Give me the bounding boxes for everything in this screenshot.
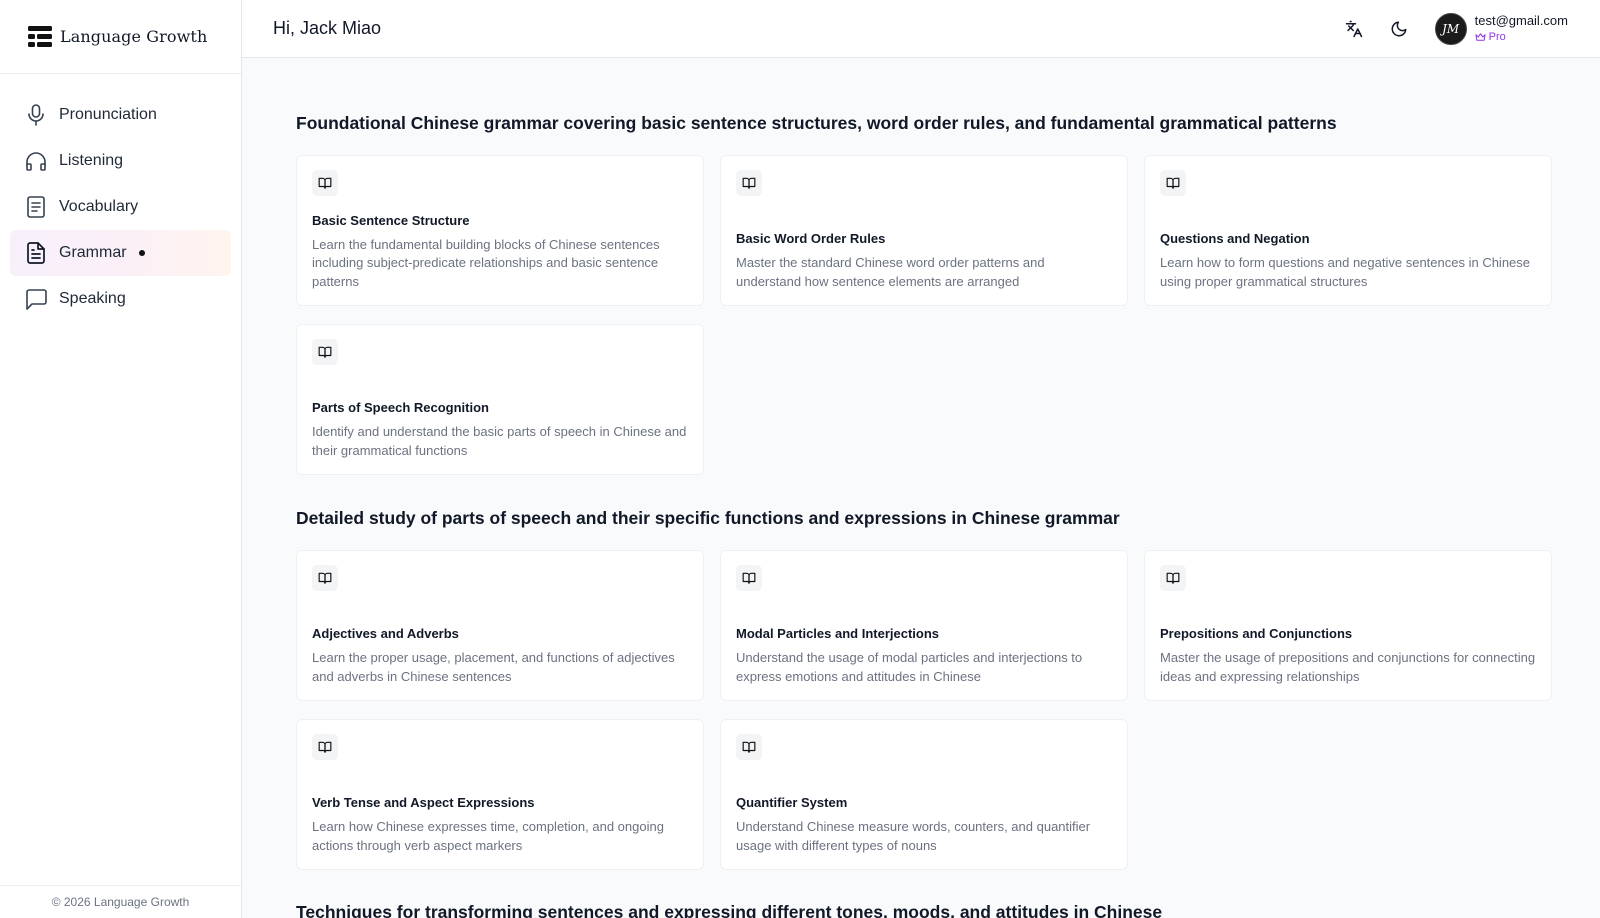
card-description: Learn the proper usage, placement, and f…	[312, 650, 675, 684]
card-description: Learn how to form questions and negative…	[1160, 255, 1531, 289]
avatar[interactable]: JM	[1434, 13, 1467, 45]
brand[interactable]: Language Growth	[0, 0, 241, 74]
book-icon	[312, 170, 338, 196]
card-title: Basic Sentence Structure	[312, 212, 470, 228]
plan-label: Pro	[1488, 31, 1506, 43]
card-description: Identify and understand the basic parts …	[312, 424, 687, 458]
section-title: Techniques for transforming sentences an…	[296, 902, 1163, 918]
lesson-card[interactable]: Questions and Negation Learn how to form…	[1144, 155, 1552, 306]
card-title: Prepositions and Conjunctions	[1160, 626, 1353, 641]
book-icon	[312, 339, 338, 365]
lesson-card[interactable]: Basic Word Order Rules Master the standa…	[720, 155, 1128, 306]
greeting: Hi, Jack Miao	[273, 18, 382, 38]
active-indicator	[138, 250, 145, 256]
sidebar-item-label: Vocabulary	[59, 198, 139, 215]
microphone-icon	[25, 104, 47, 126]
sidebar-item-speaking[interactable]: Speaking	[10, 276, 231, 322]
card-title: Verb Tense and Aspect Expressions	[312, 795, 535, 810]
card-description: Understand Chinese measure words, counte…	[736, 819, 1091, 853]
lesson-card[interactable]: Basic Sentence Structure Learn the funda…	[296, 155, 704, 306]
lesson-card[interactable]: Prepositions and Conjunctions Master the…	[1144, 550, 1552, 701]
book-icon	[312, 565, 338, 591]
crown-icon	[1475, 33, 1486, 41]
message-square-icon	[25, 288, 47, 310]
card-title: Modal Particles and Interjections	[736, 626, 939, 641]
sidebar-item-listening[interactable]: Listening	[10, 138, 231, 184]
headphones-icon	[25, 150, 47, 172]
book-icon	[736, 565, 762, 591]
card-title: Adjectives and Adverbs	[312, 626, 459, 641]
sidebar: Language Growth Pronunciation Listening …	[0, 0, 242, 918]
card-description: Master the standard Chinese word order p…	[736, 255, 1045, 289]
card-description: Understand the usage of modal particles …	[736, 650, 1083, 684]
card-title: Questions and Negation	[1160, 231, 1310, 246]
book-icon	[736, 170, 762, 196]
card-title: Parts of Speech Recognition	[312, 400, 489, 415]
lesson-card[interactable]: Quantifier System Understand Chinese mea…	[720, 719, 1128, 870]
file-text-icon	[25, 242, 47, 264]
avatar-initials: JM	[1442, 22, 1460, 36]
section-title: Foundational Chinese grammar covering ba…	[296, 113, 1337, 133]
book-icon	[736, 734, 762, 760]
user-email: test@gmail.com	[1474, 13, 1568, 28]
sidebar-item-pronunciation[interactable]: Pronunciation	[10, 92, 231, 138]
sidebar-nav: Pronunciation Listening Vocabulary Gramm…	[0, 74, 241, 322]
lesson-card[interactable]: Parts of Speech Recognition Identify and…	[296, 324, 704, 475]
sidebar-item-label: Grammar	[59, 244, 127, 261]
card-description: Master the usage of prepositions and con…	[1160, 650, 1536, 684]
user-menu[interactable]: test@gmail.com Pro	[1475, 13, 1568, 45]
plan-badge: Pro	[1475, 29, 1568, 45]
lesson-card[interactable]: Modal Particles and Interjections Unders…	[720, 550, 1128, 701]
sidebar-item-vocabulary[interactable]: Vocabulary	[10, 184, 231, 230]
card-title: Basic Word Order Rules	[736, 231, 886, 246]
book-icon	[1160, 170, 1186, 196]
card-description: Learn the fundamental building blocks of…	[312, 236, 660, 289]
sidebar-item-label: Pronunciation	[59, 106, 157, 123]
header-actions: JM test@gmail.com Pro	[1340, 0, 1568, 58]
top-header: Hi, Jack Miao JM test@gmail.com Pro	[242, 0, 1600, 58]
sidebar-item-label: Speaking	[59, 290, 126, 307]
book-icon	[312, 734, 338, 760]
logo-icon	[28, 25, 52, 47]
brand-name: Language Growth	[60, 27, 208, 46]
copyright: © 2026 Language Growth	[0, 885, 241, 918]
book-icon	[1160, 565, 1186, 591]
sidebar-item-label: Listening	[59, 152, 124, 169]
document-icon	[25, 196, 47, 218]
translate-icon[interactable]	[1340, 15, 1368, 43]
section-title: Detailed study of parts of speech and th…	[296, 508, 1120, 528]
card-title: Quantifier System	[736, 795, 848, 810]
moon-icon[interactable]	[1385, 15, 1413, 43]
card-description: Learn how Chinese expresses time, comple…	[312, 819, 664, 853]
lesson-card[interactable]: Verb Tense and Aspect Expressions Learn …	[296, 719, 704, 870]
main-content: Foundational Chinese grammar covering ba…	[242, 58, 1600, 918]
sidebar-item-grammar[interactable]: Grammar	[10, 230, 231, 276]
lesson-card[interactable]: Adjectives and Adverbs Learn the proper …	[296, 550, 704, 701]
